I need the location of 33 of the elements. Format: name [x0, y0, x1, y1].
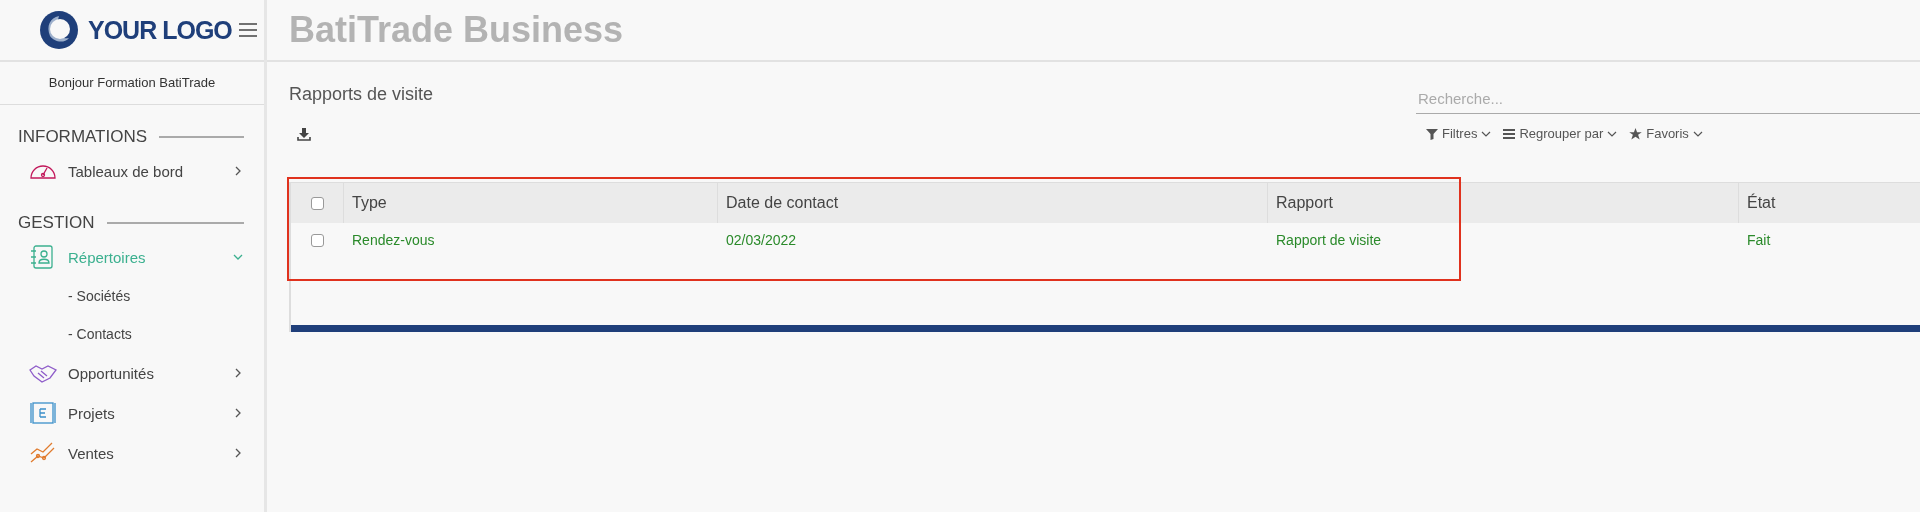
- sidebar-item[interactable]: Opportunités: [0, 353, 264, 393]
- section-title: INFORMATIONS: [18, 127, 148, 147]
- greeting-text: Bonjour Formation BatiTrade: [0, 62, 264, 105]
- column-header[interactable]: Rapport: [1267, 183, 1738, 223]
- filter-dropdown[interactable]: Regrouper par: [1501, 124, 1620, 143]
- sidebar-subitem[interactable]: - Sociétés: [0, 277, 131, 315]
- sidebar-item[interactable]: Projets: [0, 393, 264, 433]
- line-icon: [28, 400, 58, 426]
- app-title: BatiTrade Business: [289, 9, 624, 51]
- sidebar-item[interactable]: Ventes: [0, 433, 264, 473]
- table-cell: Fait: [1747, 232, 1771, 248]
- logo-icon: [38, 10, 80, 50]
- page-title: Rapports de visite: [289, 84, 434, 105]
- checkbox[interactable]: [310, 196, 324, 210]
- menu-icon[interactable]: [238, 22, 258, 38]
- logo-text: YOUR LOGO: [88, 15, 233, 45]
- column-header[interactable]: Type: [343, 183, 717, 223]
- table-cell: Rapport de visite: [1276, 232, 1382, 248]
- download-icon[interactable]: [297, 127, 311, 141]
- table-cell: 02/03/2022: [726, 232, 797, 248]
- sidebar-item[interactable]: Tableaux de bord: [0, 151, 264, 191]
- column-header[interactable]: État: [1738, 183, 1920, 223]
- filter-icon: [1426, 127, 1438, 140]
- checkbox[interactable]: [310, 233, 324, 247]
- star-icon: [1629, 127, 1643, 140]
- list-icon: [1503, 127, 1516, 140]
- column-header[interactable]: Date de contact: [717, 183, 1267, 223]
- filter-dropdown[interactable]: Filtres: [1424, 124, 1494, 143]
- sidebar-subitem[interactable]: - Contacts: [0, 315, 132, 353]
- filter-dropdown[interactable]: Favoris: [1627, 124, 1705, 143]
- table-cell: Rendez-vous: [352, 232, 435, 248]
- search-field[interactable]: Recherche...: [1416, 84, 1920, 114]
- section-title: GESTION: [18, 213, 95, 233]
